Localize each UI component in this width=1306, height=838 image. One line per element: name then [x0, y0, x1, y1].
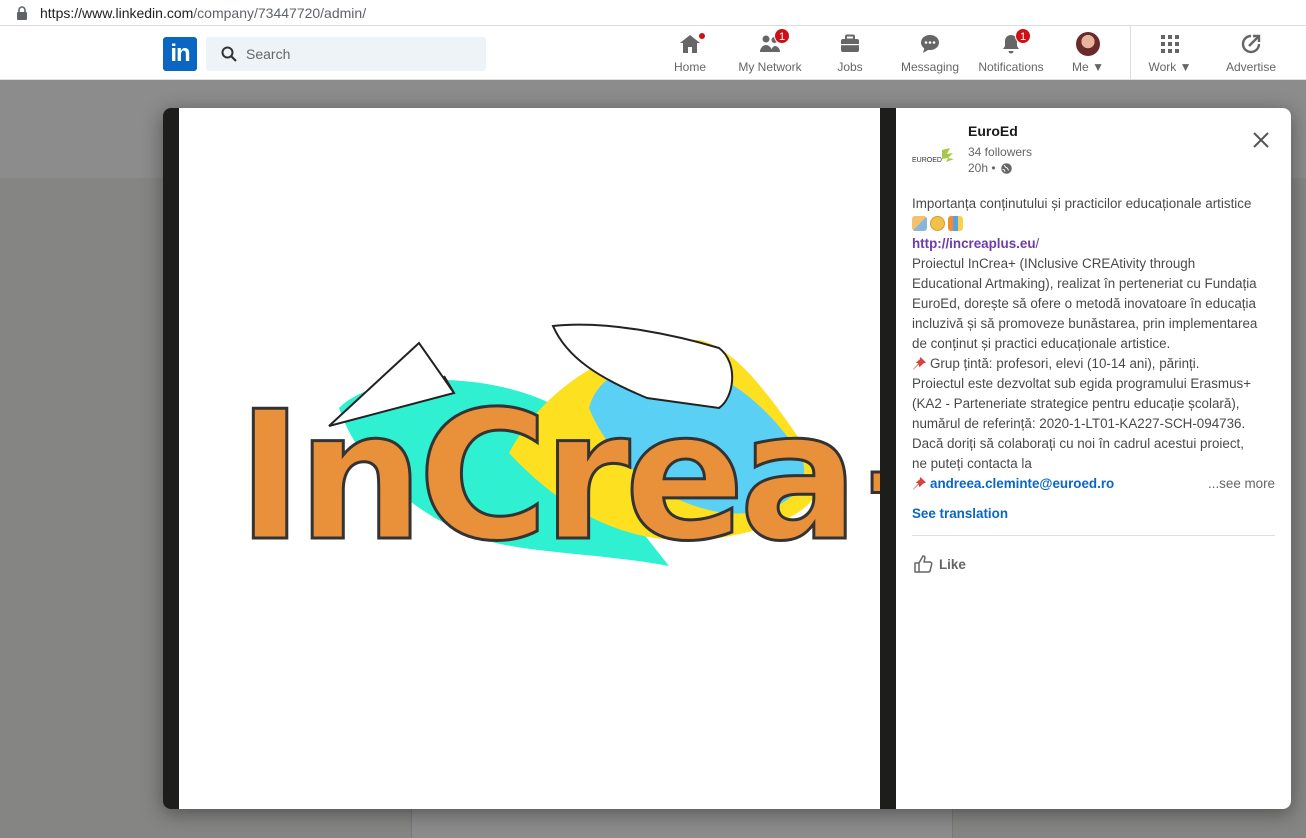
post-text: Importanța conținutului și practicilor e…	[912, 194, 1275, 494]
post-line: Proiectul InCrea+ (INclusive CREAtivity …	[912, 256, 1196, 271]
crayon-emoji-icon	[948, 216, 963, 231]
compass-icon	[1241, 34, 1261, 54]
nav-advertise[interactable]: Advertise	[1222, 26, 1280, 80]
chevron-down-icon: ▼	[1179, 60, 1192, 74]
euroed-logo[interactable]: EUROED	[912, 142, 960, 174]
post-line: Educational Artmaking), realizat în pert…	[912, 276, 1257, 291]
chevron-down-icon: ▼	[1092, 60, 1104, 74]
briefcase-icon	[841, 34, 859, 52]
svg-text:EUROED: EUROED	[912, 157, 942, 164]
divider	[912, 535, 1275, 536]
search-box[interactable]	[206, 37, 486, 71]
increa-logo-image: InCrea+	[236, 323, 1004, 582]
nav-work-label: Work ▼	[1148, 60, 1192, 74]
search-input[interactable]	[246, 46, 466, 62]
nav-my-network[interactable]: 1 My Network	[736, 26, 804, 80]
globe-icon	[1000, 162, 1012, 174]
post-line: Dacă doriți să colaborați cu noi în cadr…	[912, 436, 1244, 451]
nav-advertise-label: Advertise	[1225, 60, 1277, 74]
chat-icon	[921, 35, 939, 53]
like-label: Like	[939, 556, 966, 572]
image-text: InCrea+	[237, 373, 880, 580]
post-line: de conținut și practici educaționale art…	[912, 336, 1171, 351]
address-bar[interactable]: https://www.linkedin.com/company/7344772…	[0, 0, 1306, 26]
grid-icon	[1161, 35, 1179, 53]
post-details-panel: EUROED EuroEd 34 followers 20h • Importa…	[896, 108, 1291, 809]
nav-jobs[interactable]: Jobs	[832, 26, 868, 80]
post-link[interactable]: http://increaplus.eu/	[912, 236, 1039, 251]
emoji-row	[912, 214, 1275, 234]
see-translation-button[interactable]: See translation	[912, 506, 1275, 521]
nav-home-label: Home	[673, 60, 706, 74]
nav-work[interactable]: Work ▼	[1145, 26, 1195, 80]
home-notification-dot	[696, 30, 708, 42]
close-button[interactable]	[1247, 126, 1275, 154]
post-image-modal: InCrea+ EUROED EuroEd 34 followers 20h •…	[163, 108, 1291, 809]
global-nav: in Home 1 My Network Jobs Messaging 1 No…	[0, 26, 1306, 80]
post-line: Importanța conținutului și practicilor e…	[912, 196, 1252, 211]
target-group-line: Grup țintă: profesori, elevi (10-14 ani)…	[912, 354, 1275, 374]
nav-messaging-label: Messaging	[900, 60, 960, 74]
palette-emoji-icon	[930, 216, 945, 231]
post-time-text: 20h •	[968, 161, 996, 175]
company-name[interactable]: EuroEd	[968, 123, 1018, 139]
thumbs-up-icon	[914, 555, 933, 573]
post-line: ne puteți contacta la	[912, 456, 1032, 471]
pushpin-icon	[912, 356, 927, 371]
pushpin-icon	[912, 476, 927, 491]
post-header: EUROED EuroEd 34 followers 20h •	[912, 122, 1275, 192]
nav-separator	[1130, 26, 1131, 80]
search-icon	[221, 46, 237, 62]
post-line: Proiectul este dezvoltat sub egida progr…	[912, 376, 1252, 391]
link-line: http://increaplus.eu/	[912, 234, 1275, 254]
see-more-button[interactable]: ...see more	[1202, 474, 1275, 494]
followers-count: 34 followers	[968, 145, 1033, 159]
like-button[interactable]: Like	[912, 553, 972, 575]
post-time: 20h •	[968, 161, 1013, 175]
lock-icon	[17, 5, 27, 20]
close-icon	[1253, 132, 1269, 148]
nav-home[interactable]: Home	[671, 26, 709, 80]
post-line: incluzivă și să promoveze bunăstarea, pr…	[912, 316, 1258, 331]
url-text[interactable]: https://www.linkedin.com/company/7344772…	[40, 5, 366, 21]
linkedin-logo[interactable]: in	[163, 37, 197, 71]
network-badge: 1	[774, 28, 790, 44]
nav-me[interactable]: Me ▼	[1070, 26, 1106, 80]
nav-me-label: Me ▼	[1072, 60, 1104, 74]
nav-jobs-label: Jobs	[837, 60, 863, 74]
post-line: (KA2 - Parteneriate strategice pentru ed…	[912, 396, 1240, 411]
artist-emoji-icon	[912, 216, 927, 231]
notifications-badge: 1	[1015, 28, 1031, 44]
nav-my-network-label: My Network	[738, 60, 802, 74]
email-link[interactable]: andreea.cleminte@euroed.ro	[930, 476, 1114, 491]
nav-messaging[interactable]: Messaging	[900, 26, 960, 80]
post-image: InCrea+	[179, 108, 1004, 809]
nav-notifications-label: Notifications	[978, 60, 1044, 74]
nav-notifications[interactable]: 1 Notifications	[975, 26, 1047, 80]
avatar	[1076, 32, 1100, 56]
post-line: numărul de referință: 2020-1-LT01-KA227-…	[912, 416, 1246, 431]
post-line: EuroEd, dorește să ofere o metodă inovat…	[912, 296, 1256, 311]
